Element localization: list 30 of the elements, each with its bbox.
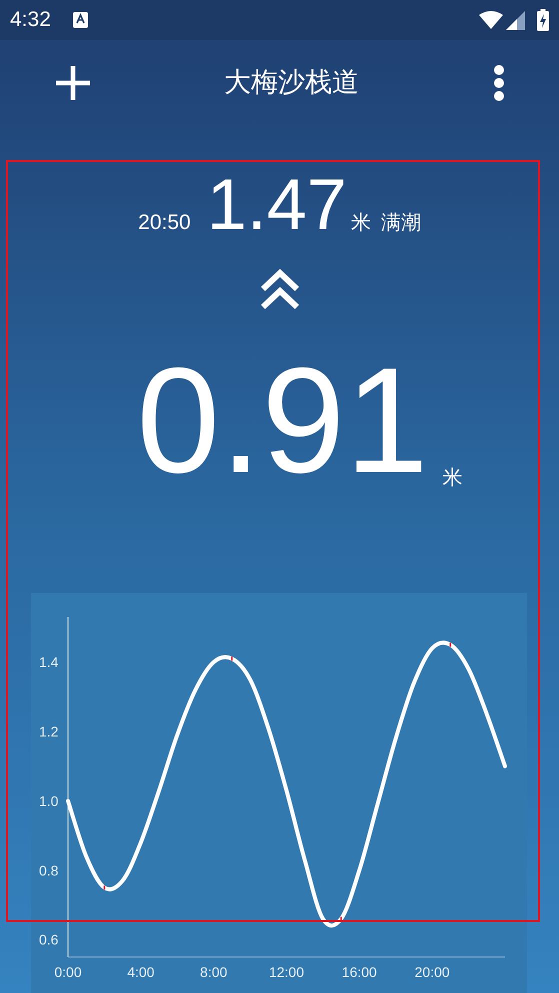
status-time: 4:32 <box>10 7 51 34</box>
unit-label: 米 <box>442 466 462 491</box>
current-tide-level: 0.91 <box>136 345 428 495</box>
x-tick-label: 4:00 <box>127 964 154 980</box>
y-tick-label: 0.6 <box>39 932 58 948</box>
x-tick-label: 0:00 <box>54 964 82 980</box>
unit-label: 米 <box>350 211 371 236</box>
extremum-marker <box>340 916 342 921</box>
more-options-icon[interactable] <box>493 64 505 102</box>
y-tick-label: 1.2 <box>39 724 58 740</box>
y-tick-label: 0.8 <box>39 862 58 878</box>
high-tide-height: 1.47 <box>206 169 347 241</box>
x-tick-label: 8:00 <box>200 964 228 980</box>
y-tick-label: 1.0 <box>39 792 58 809</box>
double-chevron-up-icon <box>260 269 300 311</box>
high-tide-time: 20:50 <box>138 210 191 236</box>
signal-icon <box>506 10 525 30</box>
battery-charging-icon <box>537 9 549 31</box>
high-tide-label: 满潮 <box>380 211 421 236</box>
add-icon[interactable] <box>56 66 90 100</box>
x-tick-label: 20:00 <box>414 964 450 980</box>
location-title: 大梅沙栈道 <box>224 66 359 100</box>
x-tick-label: 12:00 <box>268 964 304 980</box>
extremum-marker <box>104 886 106 890</box>
extremum-marker <box>450 642 452 647</box>
keyboard-notification-icon <box>72 12 88 28</box>
y-tick-label: 1.4 <box>39 654 58 670</box>
extremum-marker <box>231 656 233 661</box>
wifi-icon <box>479 11 503 29</box>
x-tick-label: 16:00 <box>342 964 377 980</box>
